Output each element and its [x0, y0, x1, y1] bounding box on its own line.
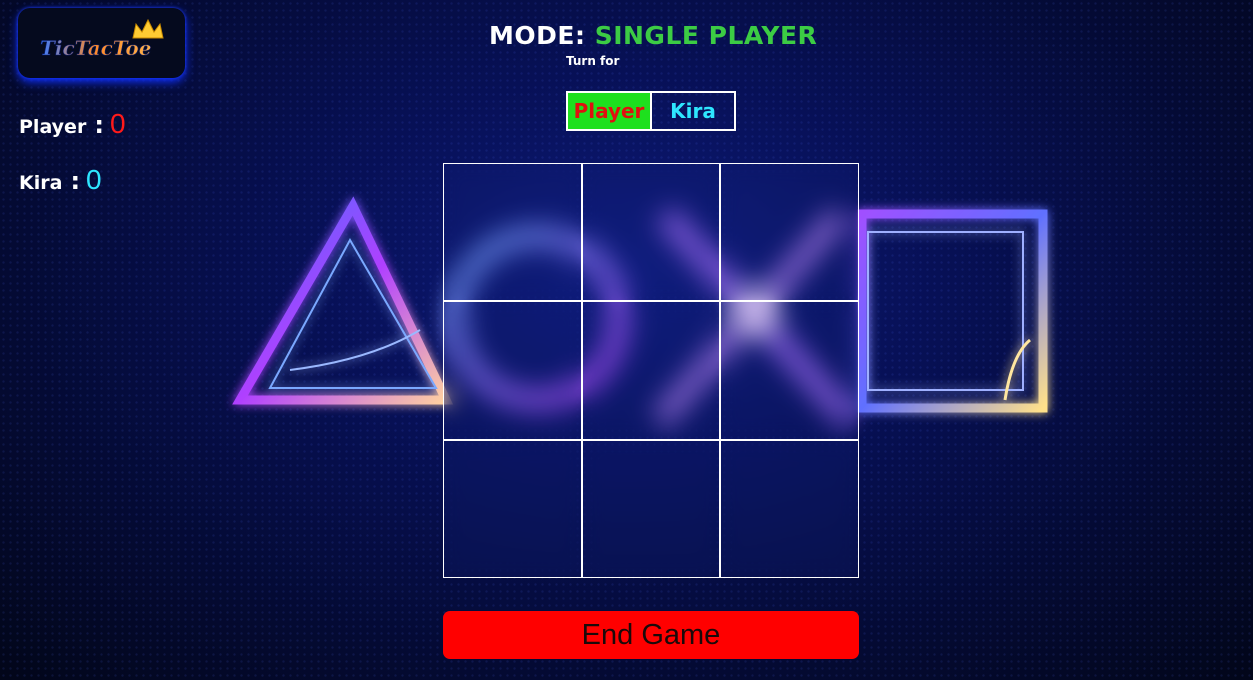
board-cell-1[interactable] — [443, 163, 582, 302]
turn-label: Turn for — [566, 54, 620, 68]
score-kira-value: 0 — [86, 164, 102, 195]
mode-value: SINGLE PLAYER — [594, 21, 818, 50]
score-separator: : — [94, 111, 104, 139]
score-player-value: 0 — [109, 108, 126, 139]
turn-kira: Kira — [670, 99, 716, 123]
game-board — [443, 163, 859, 578]
board-cell-5[interactable] — [581, 301, 721, 440]
square-icon — [857, 209, 1048, 413]
board-cell-2[interactable] — [581, 163, 721, 302]
end-game-button[interactable]: End Game — [443, 611, 859, 659]
score-player-name: Player — [19, 116, 87, 138]
turn-indicator: Player Kira — [566, 91, 736, 131]
score-kira: Kira : 0 — [19, 164, 102, 196]
board-cell-4[interactable] — [443, 301, 582, 440]
triangle-icon — [232, 196, 454, 405]
board-cell-3[interactable] — [720, 163, 859, 302]
score-separator: : — [70, 167, 81, 195]
board-cell-6[interactable] — [720, 301, 859, 440]
board-cell-9[interactable] — [720, 439, 859, 578]
game-mode: MODE: SINGLE PLAYER — [489, 21, 817, 50]
mode-label: MODE: — [489, 21, 586, 50]
board-cell-7[interactable] — [443, 439, 582, 578]
board-cell-8[interactable] — [581, 439, 721, 578]
tictactoe-logo: TicTacToe — [18, 8, 185, 78]
logo-text: TicTacToe — [40, 36, 151, 60]
score-player: Player : 0 — [19, 108, 126, 140]
score-kira-name: Kira — [19, 172, 63, 194]
turn-player: Player — [568, 93, 652, 129]
